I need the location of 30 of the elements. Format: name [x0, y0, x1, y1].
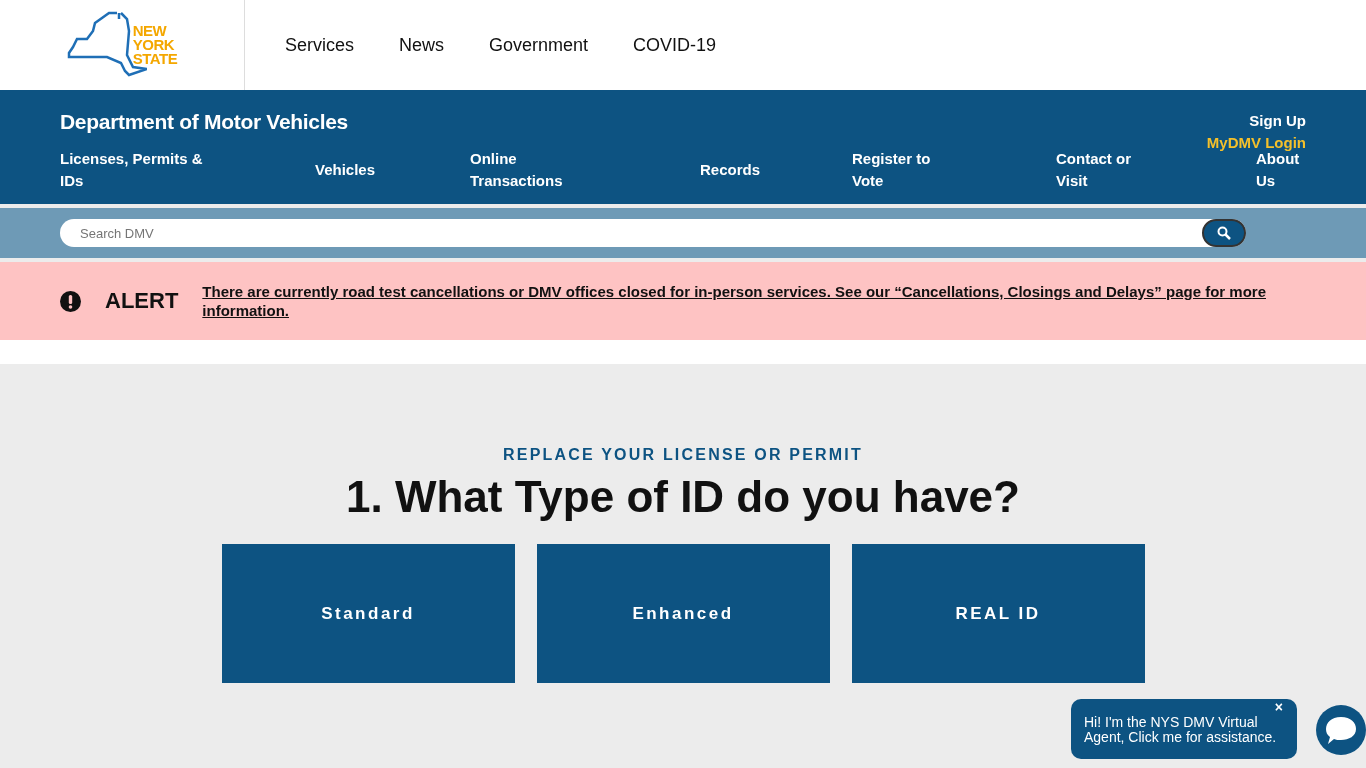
- agency-title[interactable]: Department of Motor Vehicles: [60, 110, 348, 134]
- section-eyebrow: REPLACE YOUR LICENSE OR PERMIT: [503, 446, 863, 464]
- warning-icon: [60, 290, 81, 312]
- alert-link[interactable]: There are currently road test cancellations or DMV offices closed for in-person services. See our “Cancellations, Closings and Delays” page for more information.: [202, 282, 1283, 320]
- search-icon: [1217, 226, 1231, 240]
- nav-link[interactable]: Online Transactions: [470, 148, 580, 192]
- logo-text: STATE: [132, 52, 178, 66]
- nav-link[interactable]: COVID-19: [633, 34, 717, 56]
- chat-icon[interactable]: [1316, 705, 1366, 755]
- nav-link[interactable]: Contact or Visit: [1056, 148, 1156, 192]
- id-type-button[interactable]: Standard: [221, 544, 515, 683]
- id-type-button[interactable]: REAL ID: [851, 544, 1145, 683]
- logo-text: YORK: [132, 38, 176, 52]
- search-button[interactable]: [1202, 219, 1246, 247]
- signup-link[interactable]: Sign Up: [1249, 112, 1306, 129]
- close-button[interactable]: ×: [1274, 700, 1283, 715]
- chat-message: Hi! I'm the NYS DMV Virtual Agent, Click me for assistance.: [1084, 714, 1277, 745]
- nav-link[interactable]: Register to Vote: [852, 148, 952, 192]
- nav-link[interactable]: Licenses, Permits & IDs: [60, 148, 220, 192]
- nav-link[interactable]: Vehicles: [315, 159, 385, 181]
- nav-link[interactable]: News: [399, 34, 445, 56]
- nav-link[interactable]: Services: [285, 34, 355, 56]
- section-heading: 1. What Type of ID do you have?: [346, 472, 1020, 522]
- logo-text: NEW: [132, 24, 168, 38]
- nav-link[interactable]: Records: [700, 159, 770, 181]
- id-type-button[interactable]: Enhanced: [536, 544, 830, 683]
- nav-link[interactable]: Government: [489, 34, 589, 56]
- chat-bubble[interactable]: × Hi! I'm the NYS DMV Virtual Agent, Click me for assistance.: [1071, 699, 1297, 759]
- login-link[interactable]: MyDMV Login: [1206, 134, 1306, 151]
- alert-label: ALERT: [105, 288, 179, 314]
